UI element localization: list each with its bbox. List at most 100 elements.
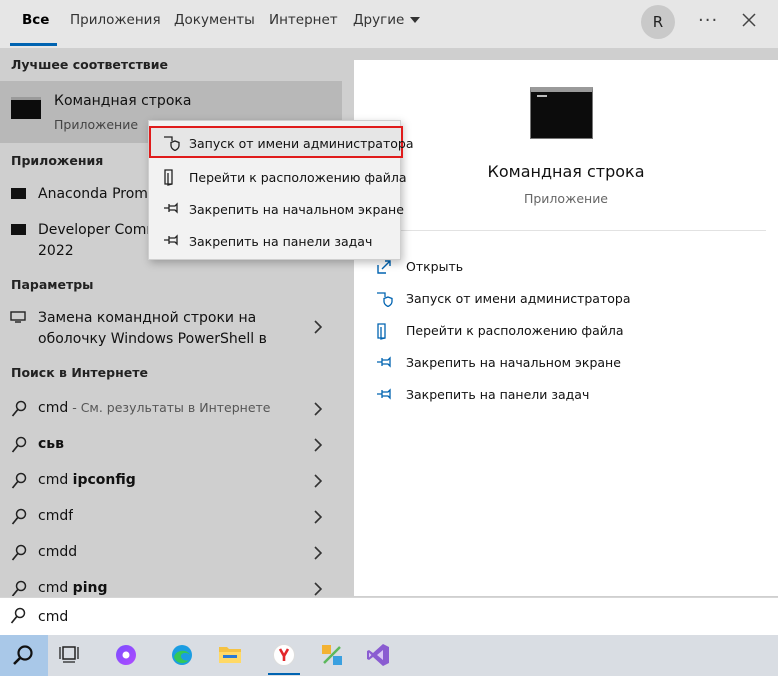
action-pin-taskbar[interactable]: Закрепить на панели задач bbox=[376, 387, 676, 405]
taskbar-edge[interactable] bbox=[160, 635, 204, 676]
context-menu-label: Перейти к расположению файла bbox=[189, 170, 407, 185]
web-result-row[interactable]: cmd ipconfig bbox=[0, 466, 342, 498]
taskbar-alice[interactable] bbox=[104, 635, 148, 676]
web-result-row[interactable]: cmdf bbox=[0, 502, 342, 534]
action-label: Открыть bbox=[406, 259, 464, 274]
divider bbox=[366, 230, 766, 231]
web-result-row[interactable]: cmdd bbox=[0, 538, 342, 570]
context-menu-pin-start[interactable]: Закрепить на начальном экране bbox=[149, 194, 404, 224]
search-input[interactable]: cmd bbox=[38, 609, 68, 625]
web-search-heading: Поиск в Интернете bbox=[11, 365, 148, 380]
tab-other[interactable]: Другие bbox=[353, 12, 421, 28]
preview-subtitle: Приложение bbox=[523, 191, 609, 206]
taskbar-file-explorer[interactable] bbox=[208, 635, 252, 676]
folder-file-icon bbox=[377, 323, 386, 340]
context-menu-label: Закрепить на панели задач bbox=[189, 234, 373, 249]
list-item-label: Developer Comm bbox=[38, 222, 148, 238]
tab-other-label: Другие bbox=[353, 12, 405, 28]
search-icon bbox=[11, 580, 27, 596]
list-item-label: Замена командной строки на bbox=[38, 310, 257, 326]
pin-icon bbox=[164, 202, 178, 214]
best-match-name: Командная строка bbox=[54, 93, 192, 109]
search-tabs-bar: Все Приложения Документы Интернет Другие… bbox=[0, 0, 778, 48]
search-icon bbox=[11, 508, 27, 525]
chevron-right-icon bbox=[314, 438, 322, 452]
folder-file-icon bbox=[164, 169, 173, 186]
shield-icon bbox=[377, 292, 393, 307]
list-item-label-line2: 2022 bbox=[38, 243, 74, 259]
more-options-icon[interactable]: ··· bbox=[698, 10, 718, 31]
web-query: cmd bbox=[38, 400, 69, 416]
search-box[interactable]: cmd bbox=[0, 597, 778, 635]
active-tab-indicator bbox=[10, 43, 57, 46]
context-menu-pin-taskbar[interactable]: Закрепить на панели задач bbox=[149, 226, 400, 256]
taskbar-search-button[interactable] bbox=[0, 635, 48, 676]
action-label: Запуск от имени администратора bbox=[406, 291, 631, 306]
action-open-file-location[interactable]: Перейти к расположению файла bbox=[376, 323, 676, 341]
web-result-text: cmd ipconfig bbox=[38, 472, 136, 488]
taskbar-yandex-browser[interactable] bbox=[262, 635, 306, 676]
edge-browser-icon bbox=[172, 645, 192, 665]
open-icon bbox=[377, 260, 391, 274]
context-menu-run-as-admin[interactable]: Запуск от имени администратора bbox=[149, 128, 413, 158]
context-menu-open-location[interactable]: Перейти к расположению файла bbox=[149, 162, 407, 192]
search-icon bbox=[11, 400, 27, 417]
close-icon[interactable] bbox=[741, 11, 757, 29]
action-pin-start[interactable]: Закрепить на начальном экране bbox=[376, 355, 676, 373]
search-icon bbox=[10, 607, 26, 624]
terminal-icon bbox=[11, 188, 26, 199]
task-view-icon bbox=[59, 646, 79, 663]
search-icon bbox=[11, 436, 27, 453]
action-open[interactable]: Открыть bbox=[376, 259, 676, 277]
list-item-label: Anaconda Promp bbox=[38, 186, 148, 202]
apps-heading: Приложения bbox=[11, 153, 104, 168]
web-query-hint: - См. результаты в Интернете bbox=[68, 400, 271, 415]
web-result-row[interactable]: cmd ping bbox=[0, 574, 342, 596]
yandex-browser-icon bbox=[273, 644, 295, 666]
terminal-prompt-mark bbox=[537, 95, 547, 97]
preview-title: Командная строка bbox=[487, 162, 645, 181]
settings-heading: Параметры bbox=[11, 277, 94, 292]
preview-pane: Командная строка Приложение Открыть Запу… bbox=[354, 60, 778, 596]
web-prefix: cmdd bbox=[38, 544, 78, 560]
pin-icon bbox=[377, 356, 391, 368]
terminal-large-icon bbox=[530, 87, 593, 139]
visual-studio-icon bbox=[367, 644, 389, 666]
pin-icon bbox=[164, 234, 178, 246]
chevron-right-icon bbox=[314, 474, 322, 488]
tab-internet[interactable]: Интернет bbox=[269, 12, 338, 28]
tab-documents[interactable]: Документы bbox=[174, 12, 255, 28]
context-menu-label: Закрепить на начальном экране bbox=[189, 202, 404, 217]
pin-icon bbox=[377, 388, 391, 400]
web-result-text: сьв bbox=[38, 436, 64, 452]
taskbar-app-tool[interactable] bbox=[310, 635, 354, 676]
action-label: Закрепить на панели задач bbox=[406, 387, 590, 402]
chevron-right-icon bbox=[314, 546, 322, 560]
web-suffix: ipconfig bbox=[72, 472, 136, 488]
action-run-as-admin[interactable]: Запуск от имени администратора bbox=[376, 291, 676, 309]
web-result-row[interactable]: сьв bbox=[0, 430, 342, 462]
taskbar-task-view[interactable] bbox=[48, 635, 92, 676]
user-avatar[interactable]: R bbox=[641, 5, 675, 39]
best-match-type: Приложение bbox=[54, 117, 139, 132]
tab-apps[interactable]: Приложения bbox=[70, 12, 161, 28]
list-item-label-line2: оболочку Windows PowerShell в bbox=[38, 331, 267, 347]
context-menu-label: Запуск от имени администратора bbox=[189, 136, 414, 151]
caret-down-icon bbox=[410, 17, 421, 23]
web-prefix: cmd bbox=[38, 580, 73, 596]
web-prefix: cmdf bbox=[38, 508, 74, 524]
shield-icon bbox=[164, 136, 180, 151]
taskbar-visual-studio[interactable] bbox=[356, 635, 400, 676]
tab-all[interactable]: Все bbox=[22, 12, 49, 28]
web-prefix: cmd bbox=[38, 472, 73, 488]
action-label: Перейти к расположению файла bbox=[406, 323, 624, 338]
monitor-icon bbox=[10, 311, 26, 323]
chevron-right-icon bbox=[314, 402, 322, 416]
web-result-row[interactable]: cmd - См. результаты в Интернете bbox=[0, 394, 342, 426]
search-icon bbox=[13, 645, 33, 665]
taskbar bbox=[0, 635, 778, 676]
list-item-powershell-setting[interactable]: Замена командной строки на оболочку Wind… bbox=[0, 304, 342, 354]
alice-assistant-icon bbox=[116, 645, 136, 665]
terminal-icon bbox=[11, 224, 26, 235]
action-label: Закрепить на начальном экране bbox=[406, 355, 621, 370]
